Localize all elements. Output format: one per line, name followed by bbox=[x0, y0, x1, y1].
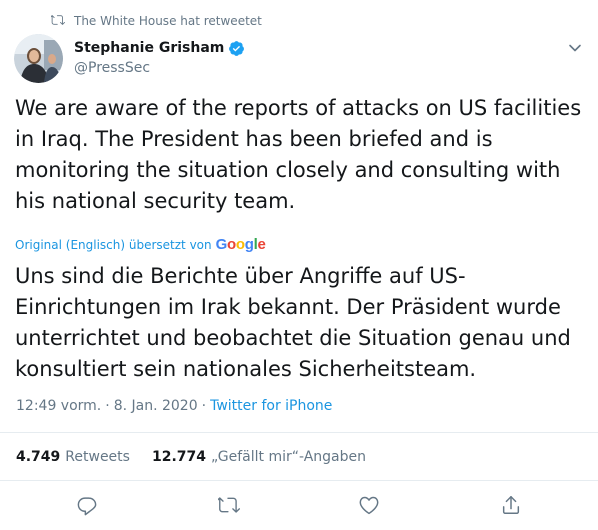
meta-separator: · bbox=[105, 398, 110, 414]
tweet-time[interactable]: 12:49 vorm. bbox=[16, 398, 101, 414]
retweet-icon[interactable] bbox=[215, 494, 240, 516]
tweet-text: We are aware of the reports of attacks o… bbox=[15, 96, 582, 213]
reply-icon[interactable] bbox=[76, 494, 98, 516]
author-info[interactable]: Stephanie Grisham @PressSec bbox=[74, 38, 245, 76]
share-icon[interactable] bbox=[500, 494, 522, 516]
likes-count: 12.774 bbox=[151, 449, 206, 465]
action-bar bbox=[0, 494, 598, 518]
translation-attribution[interactable]: Original (Englisch) übersetzt von Google bbox=[15, 236, 266, 253]
divider bbox=[0, 480, 598, 481]
retweet-banner-text: The White House hat retweetet bbox=[74, 14, 262, 28]
likes-label: „Gefällt mir“-Angaben bbox=[211, 449, 367, 465]
engagement-stats: 4.749 Retweets 12.774 „Gefällt mir“-Anga… bbox=[16, 449, 388, 465]
tweet-date[interactable]: 8. Jan. 2020 bbox=[114, 398, 198, 414]
retweets-label: Retweets bbox=[65, 449, 130, 465]
meta-separator-2: · bbox=[201, 398, 207, 414]
like-icon[interactable] bbox=[358, 494, 380, 516]
divider bbox=[0, 432, 598, 433]
tweet-source-link[interactable]: Twitter for iPhone bbox=[210, 398, 332, 414]
likes-stat[interactable]: 12.774 „Gefällt mir“-Angaben bbox=[152, 449, 366, 465]
translation-label[interactable]: Original (Englisch) übersetzt von bbox=[15, 238, 212, 252]
translated-text: Uns sind die Berichte über Angriffe auf … bbox=[15, 264, 571, 381]
tweet-meta: 12:49 vorm. · 8. Jan. 2020 · Twitter for… bbox=[16, 398, 332, 414]
google-logo: Google bbox=[215, 236, 266, 253]
chevron-down-icon[interactable] bbox=[568, 40, 582, 54]
retweet-icon bbox=[49, 13, 74, 30]
retweet-banner[interactable]: The White House hat retweetet bbox=[49, 12, 262, 30]
verified-badge-icon bbox=[228, 40, 245, 57]
retweets-stat[interactable]: 4.749 Retweets bbox=[16, 449, 130, 465]
author-handle[interactable]: @PressSec bbox=[74, 60, 245, 76]
retweets-count: 4.749 bbox=[16, 449, 61, 465]
author-name[interactable]: Stephanie Grisham bbox=[74, 40, 224, 56]
avatar[interactable] bbox=[14, 34, 63, 83]
